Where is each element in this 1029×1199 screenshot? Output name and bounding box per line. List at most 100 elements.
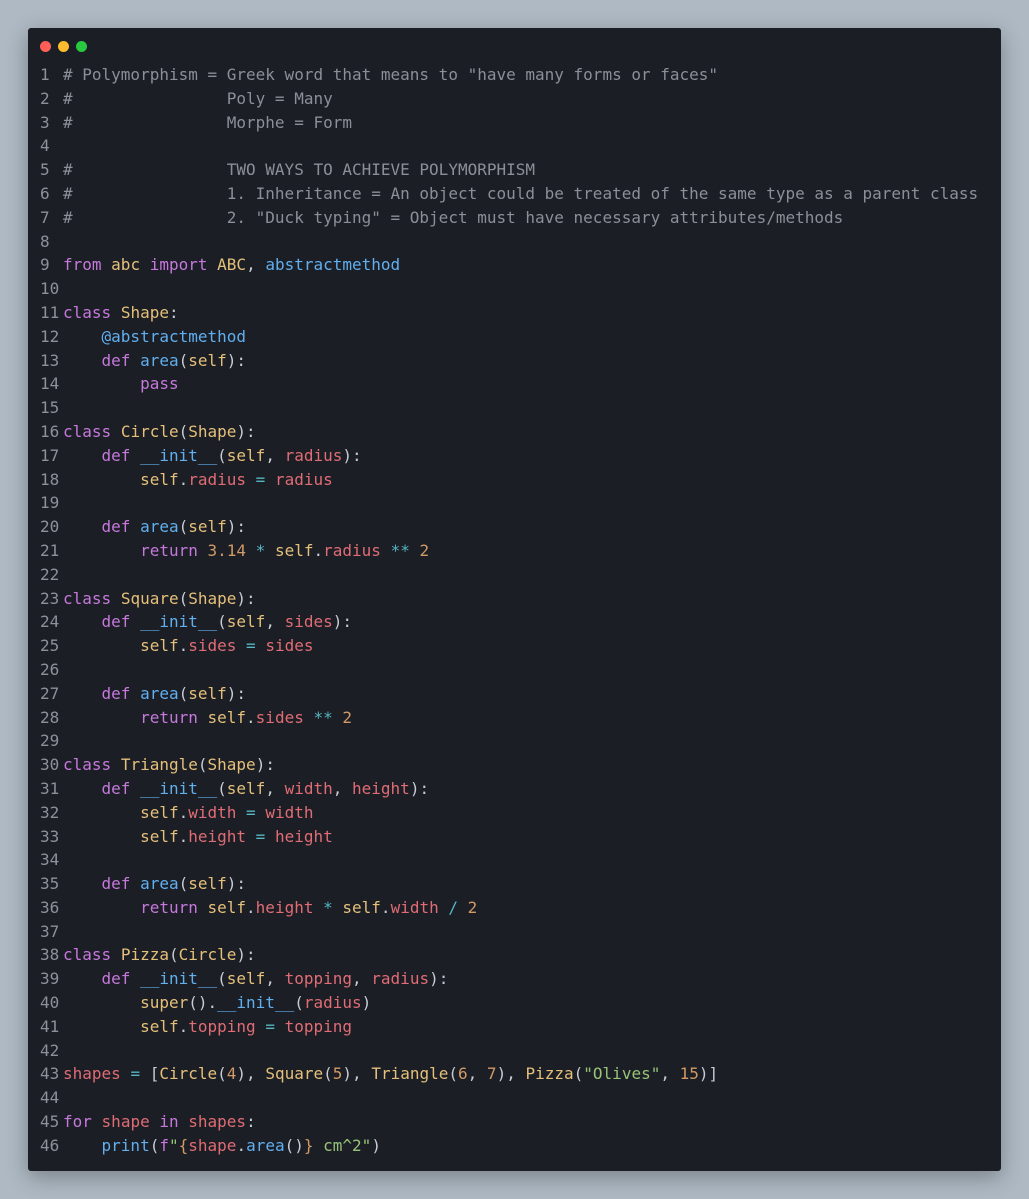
line-content: def area(self): [63, 515, 247, 539]
line-content: return self.sides ** 2 [63, 706, 352, 730]
code-token: 2 [419, 540, 430, 560]
code-token: ), [496, 1064, 526, 1084]
code-token: Circle [120, 421, 179, 441]
code-token: ABC [217, 255, 247, 275]
code-token: , [265, 969, 285, 989]
line-number: 11 [40, 302, 60, 322]
code-token: self [188, 350, 227, 370]
line-content: def __init__(self, topping, radius): [63, 967, 449, 991]
code-token: , [332, 778, 353, 798]
code-token: self [342, 897, 381, 917]
code-token: , [265, 612, 285, 632]
line-content: super().__init__(radius) [63, 991, 371, 1015]
code-token: . [380, 897, 391, 917]
code-line: 24 def __init__(self, sides): [28, 610, 1001, 634]
line-number: 26 [40, 659, 60, 679]
line-number: 15 [40, 398, 60, 418]
code-token: 3.14 [207, 540, 247, 560]
code-token: area [140, 517, 179, 537]
code-line: 12 @abstractmethod [28, 325, 1001, 349]
line-number: 4 [40, 136, 50, 156]
code-token: ): [332, 612, 353, 632]
code-token: ( [217, 969, 227, 989]
code-line: 17 def __init__(self, radius): [28, 444, 1001, 468]
code-token: ): [342, 445, 362, 465]
code-token: 2 [467, 897, 478, 917]
code-token: def [101, 445, 131, 465]
line-content: shapes = [Circle(4), Square(5), Triangle… [63, 1062, 718, 1086]
line-number: 13 [40, 350, 60, 370]
code-token: * [255, 540, 266, 560]
code-token: ), [236, 1064, 266, 1084]
code-token: 15 [679, 1064, 699, 1084]
code-line: 6 # 1. Inheritance = An object could be t… [28, 182, 1001, 206]
code-token: self [188, 874, 227, 894]
line-number: 16 [40, 421, 60, 441]
code-line: 1 # Polymorphism = Greek word that means … [28, 63, 1001, 87]
code-token: ( [178, 350, 189, 370]
code-token: self [226, 612, 266, 632]
code-token: pass [140, 374, 179, 394]
code-token: , [352, 969, 372, 989]
code-token: sides [284, 612, 333, 632]
line-number: 21 [40, 540, 60, 560]
code-token: { [178, 1135, 189, 1155]
code-token: ): [226, 350, 247, 370]
code-token: Square [120, 588, 179, 608]
line-number: 6 [40, 183, 50, 203]
line-number: 36 [40, 897, 60, 917]
code-token: . [178, 826, 189, 846]
line-content: class Circle(Shape): [63, 420, 256, 444]
code-token: topping [188, 1016, 256, 1036]
code-token: = [255, 826, 266, 846]
line-content: @abstractmethod [63, 325, 247, 349]
maximize-icon[interactable] [76, 41, 87, 52]
code-token: ): [236, 421, 256, 441]
minimize-icon[interactable] [58, 41, 69, 52]
code-token: # Morphe = Form [63, 112, 352, 132]
code-token: height [274, 826, 333, 846]
code-token: def [101, 612, 131, 632]
line-number: 42 [40, 1040, 60, 1060]
code-token: shape [101, 1112, 150, 1132]
line-content: class Pizza(Circle): [63, 943, 256, 967]
line-number: 27 [40, 683, 60, 703]
code-token: Triangle [371, 1064, 449, 1084]
code-editor[interactable]: 1 # Polymorphism = Greek word that means … [28, 63, 1001, 1158]
code-token: ( [168, 945, 179, 965]
code-line: 9 from abc import ABC, abstractmethod [28, 253, 1001, 277]
code-token: width [188, 802, 237, 822]
code-line: 28 return self.sides ** 2 [28, 706, 1001, 730]
close-icon[interactable] [40, 41, 51, 52]
code-token: self [140, 469, 179, 489]
code-line: 5 # TWO WAYS TO ACHIEVE POLYMORPHISM [28, 158, 1001, 182]
code-line: 36 return self.height * self.width / 2 [28, 896, 1001, 920]
code-line: 40 super().__init__(radius) [28, 991, 1001, 1015]
code-token: radius [371, 969, 430, 989]
code-token: cm^2" [313, 1135, 372, 1155]
line-content: def __init__(self, width, height): [63, 777, 430, 801]
code-token: (). [188, 993, 218, 1013]
code-token: = [246, 636, 256, 656]
code-token: ( [178, 517, 189, 537]
code-token: self [140, 826, 179, 846]
code-line: 45 for shape in shapes: [28, 1110, 1001, 1134]
line-number: 30 [40, 755, 60, 775]
code-token: : [246, 1112, 256, 1132]
code-line: 7 # 2. "Duck typing" = Object must have n… [28, 206, 1001, 230]
